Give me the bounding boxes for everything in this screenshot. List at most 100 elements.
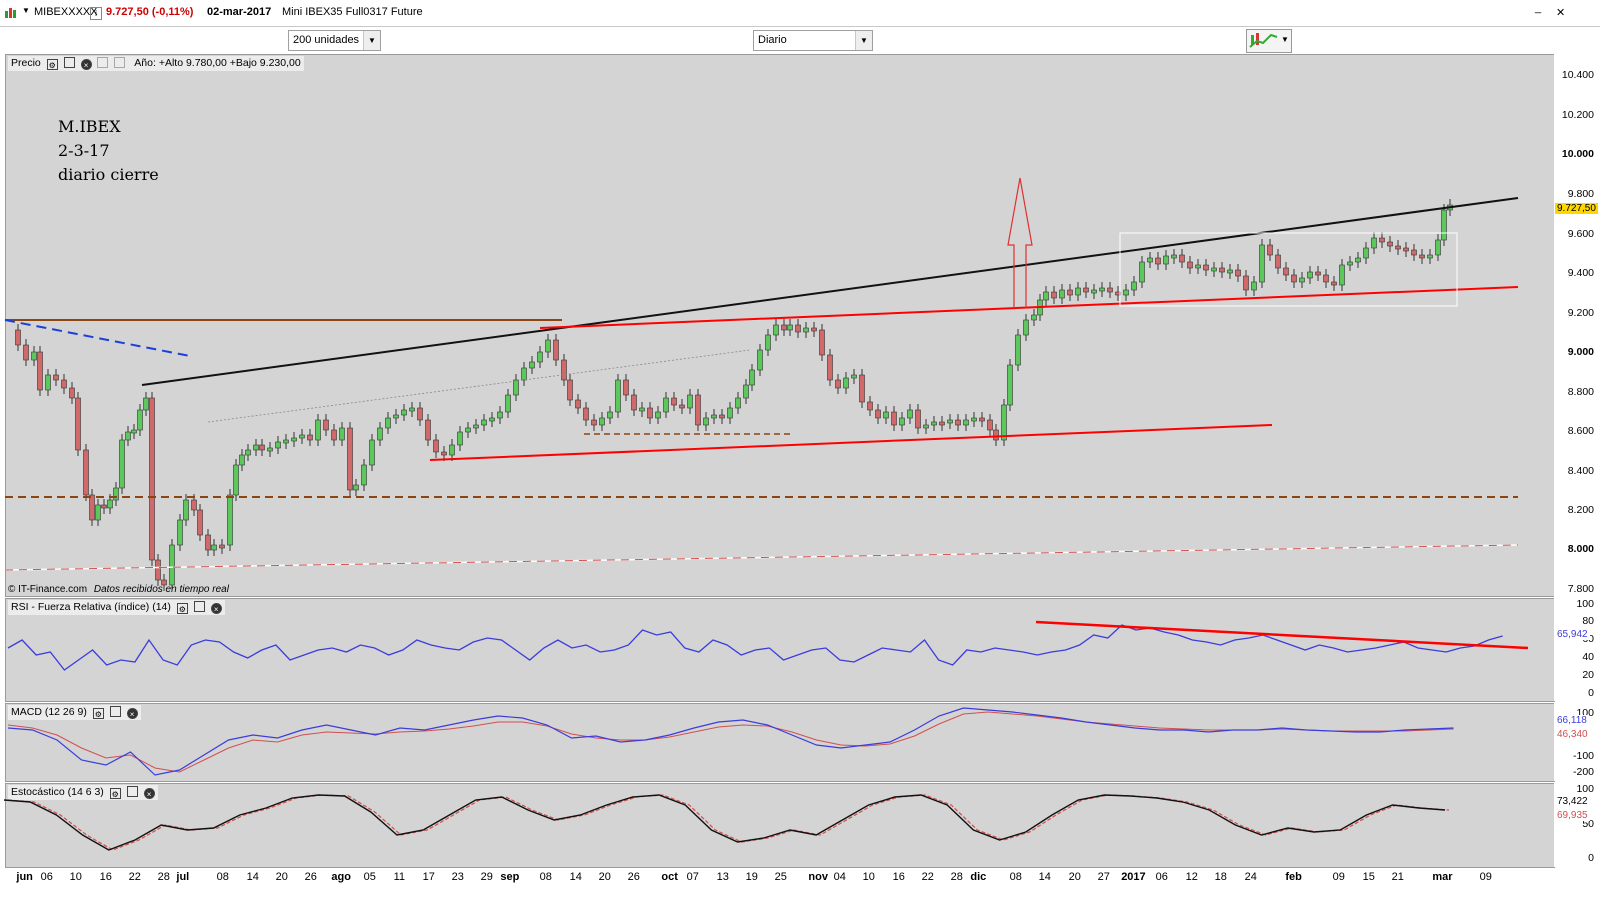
candle-body	[291, 437, 297, 442]
candle-body	[671, 397, 677, 406]
candle-body	[1023, 319, 1029, 336]
candle-body	[1347, 261, 1353, 266]
candle-body	[561, 359, 567, 381]
candle-body	[1171, 254, 1177, 259]
x-tick-label: 05	[363, 871, 376, 883]
candle-body	[899, 417, 905, 426]
candle-body	[1091, 289, 1097, 294]
x-tick-label: 20	[598, 871, 611, 883]
candle-body	[1427, 254, 1433, 259]
x-tick-label: 13	[716, 871, 729, 883]
candle-body	[827, 354, 833, 381]
candle-body	[1123, 289, 1129, 296]
candle-body	[1043, 291, 1049, 301]
y-tick-label: 9.400	[1567, 267, 1594, 279]
candle-body	[749, 369, 755, 386]
candle-body	[205, 534, 211, 551]
candle-body	[955, 419, 961, 426]
candle-body	[1315, 271, 1321, 276]
candle-body	[1243, 275, 1249, 291]
candle-body	[239, 454, 245, 466]
candle-body	[1139, 261, 1145, 283]
close-button[interactable]: ✕	[1556, 6, 1565, 19]
x-tick-label: 12	[1185, 871, 1198, 883]
y-tick-label: 20	[1582, 669, 1594, 681]
candle-body	[107, 499, 113, 509]
candle-body	[1387, 241, 1393, 247]
candle-body	[315, 419, 321, 441]
candle-body	[1441, 209, 1447, 241]
candle-body	[497, 411, 503, 419]
candle-body	[441, 451, 447, 456]
y-tick-label: 10.400	[1561, 69, 1594, 81]
candle-body	[45, 374, 51, 391]
candle-body	[183, 499, 189, 521]
x-tick-label: 17	[422, 871, 435, 883]
candle-body	[663, 397, 669, 413]
candle-body	[83, 449, 89, 496]
candle-body	[1267, 244, 1273, 256]
candle-body	[773, 324, 779, 336]
candle-body	[211, 544, 217, 551]
candle-body	[1147, 257, 1153, 263]
candle-body	[149, 397, 155, 561]
x-tick-label: 28	[950, 871, 963, 883]
candle-body	[1299, 277, 1305, 283]
candle-body	[1339, 264, 1345, 286]
candle-body	[781, 324, 787, 331]
y-tick-label: 0	[1588, 852, 1594, 864]
candle-body	[113, 487, 119, 501]
candle-body	[1163, 255, 1169, 265]
candle-body	[765, 334, 771, 351]
candle-body	[1395, 245, 1401, 250]
red-channel-lower	[429, 424, 1273, 461]
candle-body	[623, 379, 629, 396]
candle-body	[1099, 287, 1105, 292]
candle-body	[867, 401, 873, 411]
signal-value-tag: 46,340	[1555, 729, 1590, 740]
x-tick-label: 28	[157, 871, 170, 883]
candle-body	[599, 417, 605, 426]
candle-body	[1001, 404, 1007, 441]
candle-body	[615, 379, 621, 413]
candle-body	[583, 407, 589, 421]
candle-body	[703, 417, 709, 426]
candle-body	[473, 424, 479, 429]
x-tick-label: dic	[970, 871, 987, 883]
candle-body	[931, 421, 937, 426]
candle-body	[15, 329, 21, 346]
candle-body	[433, 439, 439, 453]
y-tick-label: 8.000	[1567, 543, 1594, 555]
x-tick-label: 14	[1038, 871, 1051, 883]
rsi-value-tag: 65,942	[1555, 629, 1590, 640]
candle-body	[245, 449, 251, 456]
x-tick-label: 22	[921, 871, 934, 883]
candle-body	[331, 429, 337, 441]
y-tick-label: 9.800	[1567, 188, 1594, 200]
candle-body	[529, 361, 535, 369]
candle-body	[1051, 291, 1057, 299]
candle-body	[1203, 264, 1209, 271]
candle-body	[819, 329, 825, 356]
candle-body	[993, 429, 999, 441]
candle-body	[1371, 237, 1377, 249]
x-tick-label: 07	[686, 871, 699, 883]
candle-body	[267, 447, 273, 452]
candle-body	[1331, 281, 1337, 286]
candle-body	[347, 427, 353, 491]
candle-body	[639, 407, 645, 412]
candle-body	[915, 409, 921, 429]
candle-body	[119, 439, 125, 489]
candle-body	[1403, 247, 1409, 252]
y-tick-label: 0	[1588, 687, 1594, 699]
x-tick-label: 08	[539, 871, 552, 883]
candle-body	[567, 379, 573, 401]
price-axis[interactable]: 10.400 10.200 10.000 9.800 9.600 9.400 9…	[1554, 54, 1600, 597]
red-channel-upper	[539, 286, 1519, 329]
x-tick-label: oct	[661, 871, 678, 883]
candle-body	[1067, 289, 1073, 296]
stoch-k-line	[3, 794, 1446, 851]
x-tick-label: 16	[892, 871, 905, 883]
candle-body	[53, 374, 59, 381]
candle-body	[695, 394, 701, 426]
